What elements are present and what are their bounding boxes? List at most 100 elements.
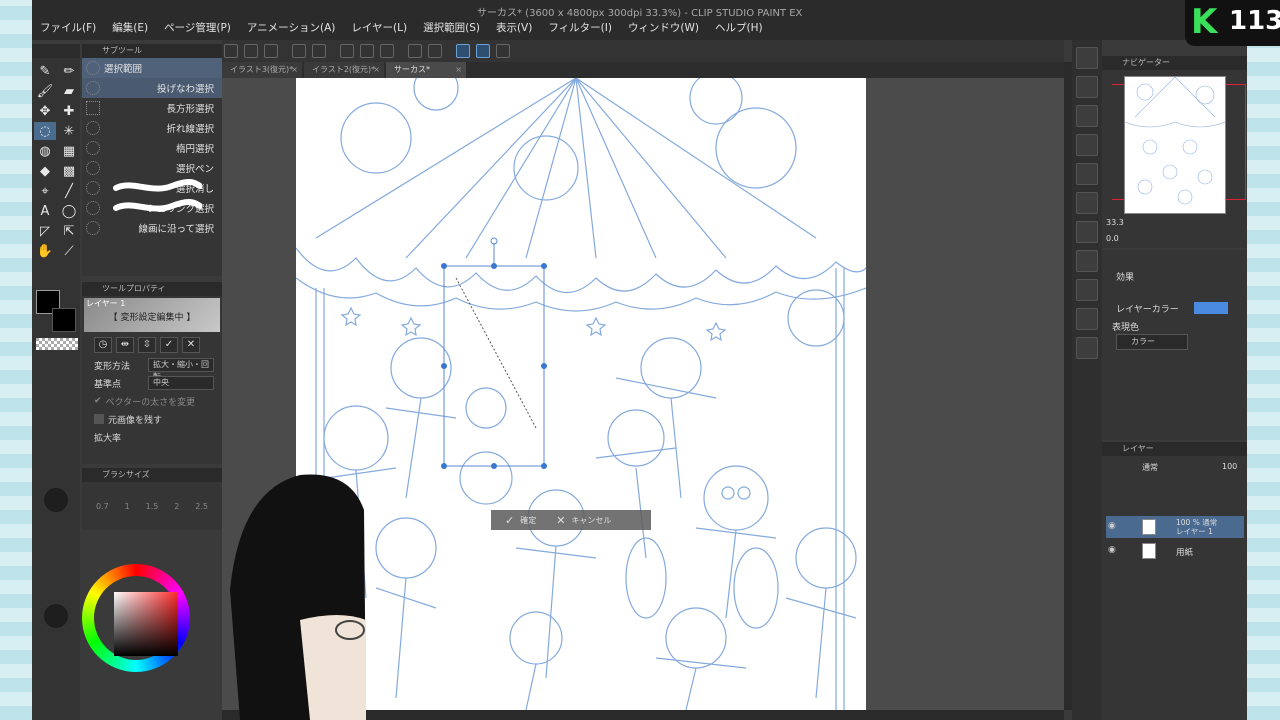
sub-color-swatch[interactable]	[52, 308, 76, 332]
brush-icon[interactable]: 🖌	[34, 82, 56, 100]
deselect-icon[interactable]	[408, 44, 422, 58]
new-icon[interactable]	[224, 44, 238, 58]
color-picker-icon[interactable]: ⟋	[58, 242, 80, 260]
panel-icon[interactable]	[1076, 134, 1098, 156]
panel-icon[interactable]	[1076, 192, 1098, 214]
snap-ruler-icon[interactable]	[456, 44, 470, 58]
canvas-paper[interactable]: ✓ 確定 ✕ キャンセル	[296, 78, 866, 710]
panel-icon[interactable]	[1076, 105, 1098, 127]
reference-point-select[interactable]: 中央	[148, 376, 214, 390]
snap-special-ruler-icon[interactable]	[476, 44, 490, 58]
blend-icon[interactable]: ◍	[34, 142, 56, 160]
layer-row[interactable]: ◉ 用紙	[1106, 540, 1244, 562]
confirm-icon[interactable]: ✓	[160, 337, 178, 353]
opacity-value[interactable]: 100	[1222, 462, 1237, 471]
menu-layer[interactable]: レイヤー(L)	[351, 20, 407, 35]
transform-icon[interactable]	[380, 44, 394, 58]
subtool-rectangle[interactable]: 長方形選択	[82, 98, 222, 118]
subtool-selection-pen[interactable]: 選択ペン	[82, 158, 222, 178]
menu-edit[interactable]: 編集(E)	[112, 20, 148, 35]
transparent-color-swatch[interactable]	[36, 338, 78, 350]
history-icon[interactable]: ◷	[94, 337, 112, 353]
menu-help[interactable]: ヘルプ(H)	[715, 20, 763, 35]
menu-selection[interactable]: 選択範囲(S)	[423, 20, 480, 35]
navigator-thumbnail[interactable]	[1124, 76, 1226, 214]
panel-icon[interactable]	[1076, 163, 1098, 185]
panel-icon[interactable]	[1076, 221, 1098, 243]
menu-animation[interactable]: アニメーション(A)	[247, 20, 335, 35]
frame-icon[interactable]: ▦	[58, 142, 80, 160]
menu-view[interactable]: 表示(V)	[496, 20, 532, 35]
transform-method-select[interactable]: 拡大・縮小・回転	[148, 358, 214, 381]
layer-row[interactable]: ◉ 100 % 通常 レイヤー 1	[1106, 516, 1244, 538]
menu-filter[interactable]: フィルター(I)	[548, 20, 612, 35]
operation-icon[interactable]: ✚	[58, 102, 80, 120]
vector-width-row[interactable]: ✔ ベクターの太さを変更	[82, 392, 222, 410]
layer-color-swatch[interactable]	[1194, 302, 1228, 314]
subtool-polyline[interactable]: 折れ線選択	[82, 118, 222, 138]
line-icon[interactable]: ╱	[58, 182, 80, 200]
close-icon[interactable]: ×	[373, 62, 380, 78]
confirm-button[interactable]: 確定	[520, 515, 536, 526]
menu-window[interactable]: ウィンドウ(W)	[628, 20, 699, 35]
close-icon[interactable]: ×	[455, 62, 462, 78]
pen-icon[interactable]: ✎	[34, 62, 56, 80]
rotation-value[interactable]: 0.0	[1106, 234, 1119, 243]
redo-icon[interactable]	[312, 44, 326, 58]
brush-size-option[interactable]: 2	[174, 502, 179, 511]
hand-icon[interactable]: ✋	[34, 242, 56, 260]
ruler-icon[interactable]: ◸	[34, 222, 56, 240]
display-color-select[interactable]: カラー	[1116, 334, 1188, 350]
flip-vertical-icon[interactable]: ⇳	[138, 337, 156, 353]
pencil-icon[interactable]: ✏	[58, 62, 80, 80]
subtool-group-selection[interactable]: 選択範囲	[82, 58, 222, 78]
tab-circus[interactable]: サーカス* ×	[386, 62, 466, 78]
search-icon[interactable]	[1076, 76, 1098, 98]
brush-size-option[interactable]: 0.7	[96, 502, 109, 511]
undo-icon[interactable]	[292, 44, 306, 58]
flip-horizontal-icon[interactable]: ⇹	[116, 337, 134, 353]
fill-selection-icon[interactable]	[360, 44, 374, 58]
saturation-value-square[interactable]	[114, 592, 178, 656]
save-icon[interactable]	[264, 44, 278, 58]
open-icon[interactable]	[244, 44, 258, 58]
eye-icon[interactable]: ◉	[1108, 521, 1116, 531]
fill-icon[interactable]: ◆	[34, 162, 56, 180]
panel-icon[interactable]	[1076, 279, 1098, 301]
transform-preview: レイヤー 1 【 変形設定編集中 】	[84, 298, 220, 332]
gradient-icon[interactable]: ▩	[58, 162, 80, 180]
auto-select-icon[interactable]: ✳	[58, 122, 80, 140]
eye-icon[interactable]: ◉	[1108, 545, 1116, 555]
move-layer-icon[interactable]: ✥	[34, 102, 56, 120]
subtool-along-line[interactable]: 線画に沿って選択	[82, 218, 222, 238]
eyedropper-icon[interactable]: ⌖	[34, 182, 56, 200]
lasso-select-icon[interactable]: ◌	[34, 122, 56, 140]
keep-original-row[interactable]: 元画像を残す	[82, 410, 222, 428]
close-icon[interactable]: ×	[291, 62, 298, 78]
cancel-icon[interactable]: ✕	[182, 337, 200, 353]
zoom-value[interactable]: 33.3	[1106, 218, 1124, 227]
balloon-icon[interactable]: ◯	[58, 202, 80, 220]
text-icon[interactable]: A	[34, 202, 56, 220]
snap-grid-icon[interactable]	[496, 44, 510, 58]
tab-illustration-3[interactable]: イラスト3(復元)* ×	[222, 62, 302, 78]
brush-size-option[interactable]: 2.5	[195, 502, 208, 511]
tab-illustration-2[interactable]: イラスト2(復元)* ×	[304, 62, 384, 78]
eraser-icon[interactable]: ▰	[58, 82, 80, 100]
blend-mode-select[interactable]: 通常	[1142, 462, 1158, 473]
panel-icon[interactable]	[1076, 337, 1098, 359]
brush-size-option[interactable]: 1	[125, 502, 130, 511]
cancel-button[interactable]: キャンセル	[571, 515, 611, 526]
invert-selection-icon[interactable]	[428, 44, 442, 58]
panel-icon[interactable]	[1076, 250, 1098, 272]
menu-file[interactable]: ファイル(F)	[40, 20, 96, 35]
panel-icon[interactable]	[1076, 308, 1098, 330]
vertical-scrollbar[interactable]	[1064, 62, 1072, 710]
brush-size-option[interactable]: 1.5	[146, 502, 159, 511]
subtool-ellipse[interactable]: 楕円選択	[82, 138, 222, 158]
menu-page[interactable]: ページ管理(P)	[164, 20, 231, 35]
subtool-lasso[interactable]: 投げなわ選択	[82, 78, 222, 98]
clear-icon[interactable]	[340, 44, 354, 58]
correct-line-icon[interactable]: ⇱	[58, 222, 80, 240]
panel-icon[interactable]	[1076, 47, 1098, 69]
